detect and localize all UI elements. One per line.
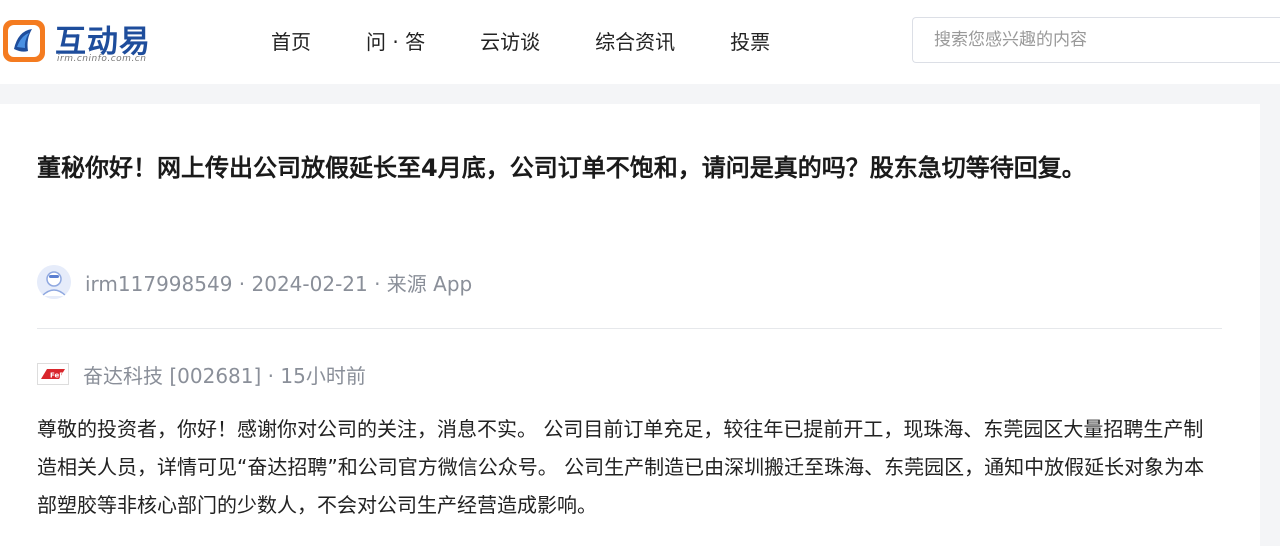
company-logo-icon[interactable]: FeD [37, 363, 69, 385]
top-header: 互动易 irm.cninfo.com.cn 首页 问 · 答 云访谈 综合资讯 … [0, 0, 1280, 84]
site-logo[interactable]: 互动易 irm.cninfo.com.cn [0, 14, 175, 66]
search-input[interactable] [913, 18, 1280, 62]
nav-qa[interactable]: 问 · 答 [366, 0, 425, 84]
company-logo-glyph: FeD [41, 369, 65, 380]
divider [37, 328, 1222, 329]
nav-home[interactable]: 首页 [271, 0, 311, 84]
nav-vote[interactable]: 投票 [730, 0, 770, 84]
main-nav: 首页 问 · 答 云访谈 综合资讯 投票 [245, 0, 825, 84]
company-logo-text: FeD [50, 372, 65, 380]
question-meta: irm117998549 · 2024-02-21 · 来源 App [85, 271, 473, 296]
logo-subtext: irm.cninfo.com.cn [57, 54, 147, 64]
answer-text: 尊敬的投资者，你好！感谢你对公司的关注，消息不实。 公司目前订单充足，较往年已提… [37, 417, 1205, 517]
user-avatar-glyph [37, 265, 71, 299]
asker-info: irm117998549 · 2024-02-21 · 来源 App [37, 264, 472, 300]
search-box [912, 17, 1280, 63]
answer-meta[interactable]: 奋达科技 [002681] · 15小时前 [83, 360, 366, 389]
nav-cloud-interview[interactable]: 云访谈 [480, 0, 540, 84]
answerer-info: FeD 奋达科技 [002681] · 15小时前 [37, 356, 366, 392]
cninfo-logo-icon [3, 20, 45, 62]
user-avatar-icon[interactable] [37, 265, 71, 299]
question-title: 董秘你好！网上传出公司放假延长至4月底，公司订单不饱和，请问是真的吗？股东急切等… [37, 154, 1086, 182]
nav-news[interactable]: 综合资讯 [595, 0, 675, 84]
